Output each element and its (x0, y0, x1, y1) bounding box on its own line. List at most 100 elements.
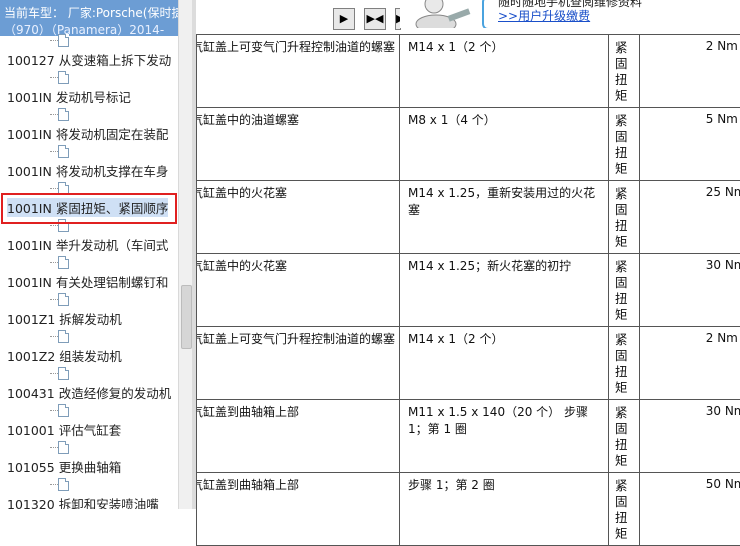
part-text: 气缸盖中的火花塞 (197, 185, 396, 202)
document-icon (58, 441, 69, 454)
cell-torque: 2 Nm (1 (640, 35, 740, 108)
spec-text: M14 x 1.25，重新安装用过的火花塞 (408, 185, 604, 219)
cell-torque: 30 Nm ( (640, 254, 740, 327)
document-icon (58, 108, 69, 121)
mechanic-figure-icon (404, 0, 474, 28)
table-row: 气缸盖上可变气门升程控制油道的螺塞 M14 x 1（2 个） 紧固扭矩2 Nm (1 (197, 35, 740, 108)
cell-type: 紧固扭矩 (609, 327, 640, 400)
tree-item[interactable]: 101320 拆卸和安装喷油嘴 (0, 476, 178, 509)
tree-item[interactable]: 101001 评估气缸套 (0, 402, 178, 439)
cell-torque: 2 Nm (1 (640, 327, 740, 400)
tree-connector (50, 484, 58, 485)
cell-torque: 25 Nm ( (640, 181, 740, 254)
table-row: 气缸盖中的火花塞M14 x 1.25，重新安装用过的火花塞紧固扭矩25 Nm ( (197, 181, 740, 254)
cell-type: 紧固扭矩 (609, 254, 640, 327)
tree-item-label[interactable]: 1001Z1 拆解发动机 (7, 309, 122, 328)
tree-item-label[interactable]: 101001 评估气缸套 (7, 420, 121, 439)
cell-part: 气缸盖上可变气门升程控制油道的螺塞 (197, 327, 400, 400)
tree-item-label[interactable]: 1001IN 有关处理铝制螺钉和 (7, 272, 168, 291)
next-button[interactable]: ▶ (333, 8, 355, 30)
tree-connector (50, 114, 58, 115)
tree-item-label[interactable]: 101320 拆卸和安装喷油嘴 (7, 494, 159, 509)
cell-torque: 30 Nm ( (640, 400, 740, 473)
tree-connector (50, 225, 58, 226)
cell-type: 紧固扭矩 (609, 35, 640, 108)
upgrade-link[interactable]: >>用户升级缴费 (498, 7, 590, 24)
part-text: 气缸盖上可变气门升程控制油道的螺塞 (197, 331, 396, 348)
document-icon (58, 367, 69, 380)
torque-table: 气缸盖上可变气门升程控制油道的螺塞M14 x 1（2 个）紧固扭矩2 Nm (1… (196, 34, 740, 514)
tree-connector (50, 262, 58, 263)
tree-item[interactable]: 1001IN 发动机号标记 (0, 69, 178, 106)
tree-connector (50, 447, 58, 448)
spec-text: M8 x 1（4 个） (408, 112, 604, 129)
tree-connector (50, 373, 58, 374)
tree-item-label[interactable]: 100431 改造经修复的发动机 (7, 383, 171, 402)
tree-item[interactable]: 101055 更换曲轴箱 (0, 439, 178, 476)
part-text: 气缸盖中的火花塞 (197, 258, 396, 275)
document-icon (58, 145, 69, 158)
table-row: 气缸盖到曲轴箱上部步骤 1；第 2 圈紧固扭矩50 Nm ( (197, 473, 740, 546)
cell-spec: 步骤 1；第 2 圈 (400, 473, 609, 546)
ad-banner[interactable]: 随时随地手机查阅维修资料 >>用户升级缴费 (400, 0, 740, 28)
table-row: 气缸盖上可变气门升程控制油道的螺塞 M14 x 1（2 个） 紧固扭矩2 Nm (1 (197, 327, 740, 400)
part-text: 气缸盖上可变气门升程控制油道的螺塞 (197, 39, 396, 56)
cell-torque: 5 Nm (3 (640, 108, 740, 181)
document-icon (58, 293, 69, 306)
cell-type: 紧固扭矩 (609, 400, 640, 473)
cell-spec: M14 x 1（2 个） (400, 327, 609, 400)
tree-connector (50, 151, 58, 152)
cell-part: 气缸盖上可变气门升程控制油道的螺塞 (197, 35, 400, 108)
cell-part: 气缸盖到曲轴箱上部 (197, 473, 400, 546)
part-text: 气缸盖到曲轴箱上部 (197, 404, 396, 421)
tree-item-label[interactable]: 1001IN 将发动机支撑在车身 (7, 161, 168, 180)
spec-text: M14 x 1（2 个） (408, 331, 604, 348)
tree-item-label[interactable]: 1001IN 发动机号标记 (7, 87, 131, 106)
expand-button[interactable]: ▶◀ (364, 8, 386, 30)
cell-part: 气缸盖到曲轴箱上部 (197, 400, 400, 473)
tree-item-label[interactable]: 101055 更换曲轴箱 (7, 457, 121, 476)
table-row: 气缸盖中的火花塞M14 x 1.25；新火花塞的初拧紧固扭矩30 Nm ( (197, 254, 740, 327)
spec-text: 步骤 1；第 2 圈 (408, 477, 604, 494)
document-icon (58, 34, 69, 47)
spec-text: M14 x 1（2 个） (408, 39, 604, 56)
cell-torque: 50 Nm ( (640, 473, 740, 546)
tree-connector (50, 40, 58, 41)
tree-item[interactable]: 100431 改造经修复的发动机 (0, 365, 178, 402)
cell-type: 紧固扭矩 (609, 473, 640, 546)
vehicle-header-line1: 当前车型： 厂家:Porsche(保时捷)帕拉梅拉 (4, 4, 178, 21)
spec-text: M11 x 1.5 x 140（20 个） 步骤 1；第 1 圈 (408, 404, 604, 438)
cell-part: 气缸盖中的火花塞 (197, 181, 400, 254)
cell-spec: M14 x 1.25，重新安装用过的火花塞 (400, 181, 609, 254)
document-icon (58, 330, 69, 343)
cell-spec: M14 x 1（2 个） (400, 35, 609, 108)
cell-spec: M11 x 1.5 x 140（20 个） 步骤 1；第 1 圈 (400, 400, 609, 473)
cell-part: 气缸盖中的火花塞 (197, 254, 400, 327)
tree-item[interactable]: 1001Z2 组装发动机 (0, 328, 178, 365)
tree-connector (50, 77, 58, 78)
selection-highlight-box (1, 193, 177, 224)
part-text: 气缸盖到曲轴箱上部 (197, 477, 396, 494)
tree-connector (50, 299, 58, 300)
cell-type: 紧固扭矩 (609, 108, 640, 181)
tree-item-label[interactable]: 100127 从变速箱上拆下发动 (7, 50, 171, 69)
document-icon (58, 404, 69, 417)
table-row: 气缸盖中的油道螺塞 M8 x 1（4 个） 紧固扭矩5 Nm (3 (197, 108, 740, 181)
tree-panel: 当前车型： 厂家:Porsche(保时捷)帕拉梅拉 （970）（Panamera… (0, 0, 178, 509)
table-row: 气缸盖到曲轴箱上部 M11 x 1.5 x 140（20 个） 步骤 1；第 1 … (197, 400, 740, 473)
tree-item[interactable]: 1001IN 有关处理铝制螺钉和 (0, 254, 178, 291)
tree-connector (50, 410, 58, 411)
tree-item-label[interactable]: 1001Z2 组装发动机 (7, 346, 122, 365)
scrollbar-thumb[interactable] (181, 285, 192, 349)
document-icon (58, 71, 69, 84)
vehicle-header: 当前车型： 厂家:Porsche(保时捷)帕拉梅拉 （970）（Panamera… (0, 0, 178, 36)
tree-item[interactable]: 1001IN 将发动机支撑在车身 (0, 143, 178, 180)
part-text: 气缸盖中的油道螺塞 (197, 112, 396, 129)
tree-item[interactable]: 100127 从变速箱上拆下发动 (0, 32, 178, 69)
tree-item-label[interactable]: 1001IN 举升发动机（车间式 (7, 235, 168, 254)
document-icon (58, 256, 69, 269)
tree-scrollbar[interactable] (178, 0, 193, 509)
tree-item[interactable]: 1001IN 将发动机固定在装配 (0, 106, 178, 143)
tree-item-label[interactable]: 1001IN 将发动机固定在装配 (7, 124, 168, 143)
tree-item[interactable]: 1001Z1 拆解发动机 (0, 291, 178, 328)
